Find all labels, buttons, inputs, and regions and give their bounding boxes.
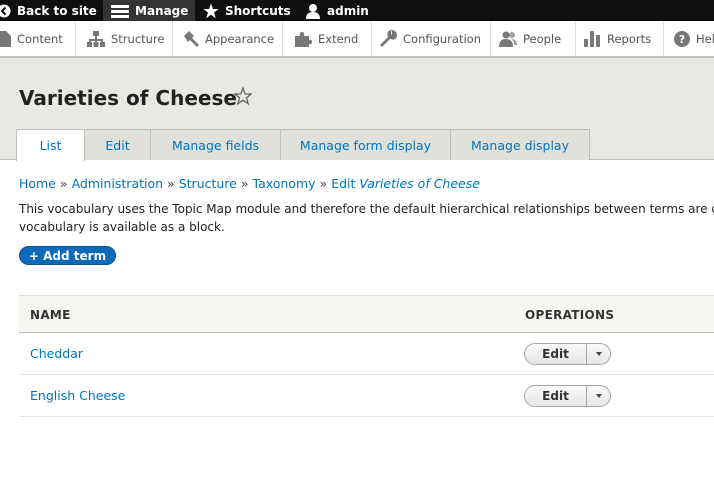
breadcrumb-structure[interactable]: Structure [179,176,237,191]
breadcrumb-home[interactable]: Home [19,176,56,191]
shortcuts-label: Shortcuts [225,3,291,18]
user-tab[interactable]: admin [305,0,369,21]
page-title: Varieties of Cheese [19,86,237,110]
tray-item-extend[interactable]: Extend [283,21,372,56]
content-icon [0,30,11,47]
tab-label: Manage display [470,137,569,153]
table-row: English Cheese Edit [19,375,714,417]
table-header: NAME OPERATIONS [19,295,714,333]
hamburger-icon [111,4,129,18]
tray-item-reports[interactable]: Reports [576,21,664,56]
user-label: admin [327,3,369,18]
term-link[interactable]: English Cheese [30,388,125,403]
add-term-button[interactable]: + Add term [19,246,116,265]
tray-item-configuration[interactable]: Configuration [372,21,491,56]
terms-table: NAME OPERATIONS Cheddar Edit English Che… [19,295,714,417]
manage-tab[interactable]: Manage [103,0,195,21]
breadcrumb: Home» Administration» Structure» Taxonomy» E… [19,176,480,191]
table-row: Cheddar Edit [19,333,714,375]
breadcrumb-separator: » [240,176,249,191]
dropbutton-toggle[interactable] [587,386,610,406]
wrench-icon [380,30,397,47]
dropbutton-toggle[interactable] [587,344,610,364]
chevron-left-icon [0,4,11,17]
term-link[interactable]: Cheddar [30,346,83,361]
manage-label: Manage [135,3,189,18]
vocabulary-description: This vocabulary uses the Topic Map modul… [19,200,714,236]
edit-button[interactable]: Edit [525,344,587,364]
tray-item-help[interactable]: ? Help [664,21,714,56]
structure-icon [87,30,105,47]
column-header-name: NAME [30,308,71,322]
star-icon [203,3,219,18]
tab-edit[interactable]: Edit [84,129,151,160]
breadcrumb-administration[interactable]: Administration [72,176,163,191]
tab-list[interactable]: List [16,129,85,161]
tab-label: Manage fields [171,137,260,153]
tab-manage-fields[interactable]: Manage fields [150,129,281,160]
appearance-icon [184,30,199,47]
tray-item-label: Configuration [403,31,481,46]
operations-dropbutton: Edit [524,343,611,365]
tray-item-people[interactable]: People [491,21,576,56]
tray-item-label: People [523,31,562,46]
description-line: vocabulary is available as a block. [19,220,225,234]
back-to-site-link[interactable]: Back to site [0,0,97,21]
breadcrumb-edit-prefix: Edit [331,176,356,191]
people-icon [499,31,517,47]
tray-item-appearance[interactable]: Appearance [173,21,283,56]
tray-item-content[interactable]: Content [0,21,76,56]
tray-item-structure[interactable]: Structure [76,21,173,56]
tab-label: Manage form display [299,137,432,153]
description-line: This vocabulary uses the Topic Map modul… [19,202,714,216]
tab-label: Edit [105,137,130,153]
reports-icon [584,30,600,47]
admin-toolbar: Back to site Manage Shortcuts admin [0,0,714,21]
tab-manage-display[interactable]: Manage display [450,129,590,160]
breadcrumb-vocabulary-name: Varieties of Cheese [359,176,480,191]
breadcrumb-separator: » [59,176,68,191]
shortcuts-tab[interactable]: Shortcuts [203,0,291,21]
tray-item-label: Content [17,31,63,46]
svg-text:?: ? [679,33,685,46]
extend-icon [295,31,312,47]
edit-button[interactable]: Edit [525,386,587,406]
tray-item-label: Appearance [205,31,275,46]
admin-tray: Content Structure Appearance Extend Conf… [0,21,714,58]
tab-manage-form-display[interactable]: Manage form display [280,129,451,160]
caret-down-icon [595,352,602,356]
column-header-operations: OPERATIONS [525,308,615,322]
back-to-site-label: Back to site [17,3,97,18]
operations-dropbutton: Edit [524,385,611,407]
breadcrumb-edit-vocabulary[interactable]: Edit Varieties of Cheese [331,176,480,191]
tray-item-label: Structure [111,31,165,46]
breadcrumb-separator: » [167,176,175,191]
user-icon [306,3,320,19]
help-icon: ? [674,30,690,47]
star-shortcut-icon[interactable] [234,86,252,106]
tab-label: List [39,138,62,153]
breadcrumb-separator: » [319,176,328,191]
tray-item-label: Extend [318,31,359,46]
tray-item-label: Help [696,31,714,46]
tray-item-label: Reports [607,31,652,46]
caret-down-icon [595,394,602,398]
breadcrumb-taxonomy[interactable]: Taxonomy [253,176,316,191]
